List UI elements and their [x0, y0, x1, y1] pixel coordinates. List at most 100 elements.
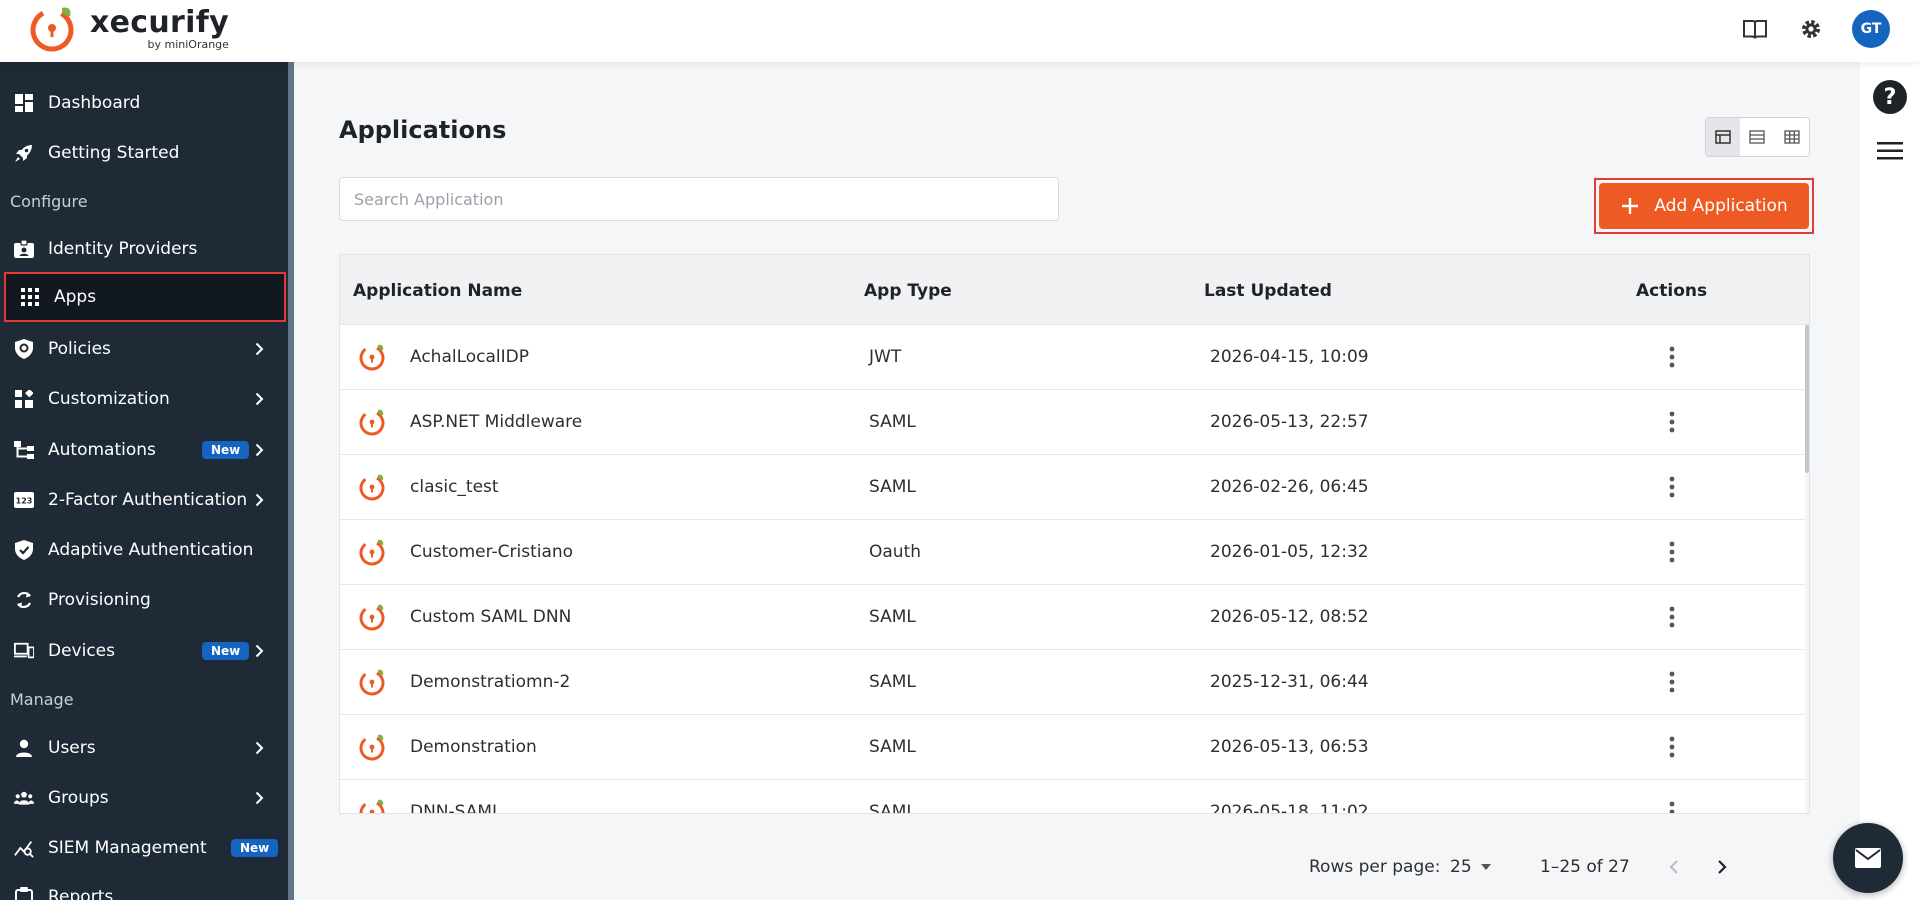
- sidebar-item-label: Getting Started: [48, 143, 180, 163]
- cell-last-updated: 2026-01-05, 12:32: [1210, 542, 1369, 562]
- sidebar-item-label: Apps: [54, 287, 97, 307]
- brand-logo[interactable]: xecurify by miniOrange: [28, 2, 229, 54]
- view-toggle: [1705, 117, 1810, 157]
- cell-app-type: JWT: [869, 347, 902, 367]
- sidebar-item-devices[interactable]: Devices New: [0, 626, 288, 676]
- table-row[interactable]: clasic_test SAML 2026-02-26, 06:45: [340, 455, 1805, 520]
- cell-application-name[interactable]: Demonstration: [410, 737, 537, 757]
- table-row[interactable]: ASP.NET Middleware SAML 2026-05-13, 22:57: [340, 390, 1805, 455]
- sidebar-item-groups[interactable]: Groups: [0, 773, 288, 823]
- sidebar-scrollbar[interactable]: [288, 62, 294, 900]
- sidebar-item-siem-management[interactable]: SIEM Management New: [0, 823, 288, 873]
- table-row[interactable]: Customer-Cristiano Oauth 2026-01-05, 12:32: [340, 520, 1805, 585]
- row-actions-kebab-icon[interactable]: [1660, 538, 1684, 566]
- table-scrollbar[interactable]: [1805, 325, 1809, 813]
- sidebar-item-getting-started[interactable]: Getting Started: [0, 128, 288, 178]
- chevron-right-icon: [252, 392, 266, 406]
- table-view-icon[interactable]: [1706, 118, 1741, 156]
- sidebar-item-adaptive-authentication[interactable]: Adaptive Authentication: [0, 525, 288, 575]
- table-row[interactable]: AchalLocalIDP JWT 2026-04-15, 10:09: [340, 325, 1805, 390]
- clipboard-icon: [14, 887, 34, 900]
- cell-application-name[interactable]: clasic_test: [410, 477, 499, 497]
- cell-app-type: Oauth: [869, 542, 922, 562]
- shield-check-icon: [14, 540, 34, 560]
- book-icon[interactable]: [1740, 14, 1770, 44]
- widgets-icon: [14, 389, 34, 409]
- table-row[interactable]: Demonstration SAML 2026-05-13, 06:53: [340, 715, 1805, 780]
- add-application-button[interactable]: Add Application: [1599, 183, 1809, 229]
- column-header-name[interactable]: Application Name: [353, 281, 522, 301]
- hamburger-menu-icon[interactable]: [1875, 140, 1905, 164]
- application-logo-icon: [358, 602, 388, 632]
- sidebar-item-apps[interactable]: Apps: [4, 272, 286, 322]
- sidebar-section-manage: Manage: [10, 690, 74, 709]
- row-actions-kebab-icon[interactable]: [1660, 408, 1684, 436]
- sidebar-item-policies[interactable]: Policies: [0, 324, 288, 374]
- previous-page-button[interactable]: [1662, 855, 1686, 879]
- sidebar-item-reports[interactable]: Reports: [0, 872, 288, 900]
- sidebar-item-label: 2-Factor Authentication: [48, 490, 248, 510]
- application-logo-icon: [358, 797, 388, 813]
- sidebar-item-customization[interactable]: Customization: [0, 374, 288, 424]
- sidebar-item-label: Provisioning: [48, 590, 151, 610]
- search-input[interactable]: [339, 177, 1059, 221]
- 123-icon: 123: [14, 490, 34, 510]
- avatar[interactable]: GT: [1852, 10, 1890, 48]
- help-button[interactable]: ?: [1873, 80, 1907, 114]
- mail-icon: [1855, 848, 1881, 868]
- table-row[interactable]: Custom SAML DNN SAML 2026-05-12, 08:52: [340, 585, 1805, 650]
- table-row[interactable]: Demonstratiomn-2 SAML 2025-12-31, 06:44: [340, 650, 1805, 715]
- brand-name: xecurify: [90, 4, 229, 40]
- application-logo-icon: [358, 407, 388, 437]
- sidebar-item-provisioning[interactable]: Provisioning: [0, 575, 288, 625]
- contact-mail-button[interactable]: [1833, 823, 1903, 893]
- row-actions-kebab-icon[interactable]: [1660, 733, 1684, 761]
- cell-application-name[interactable]: AchalLocalIDP: [410, 347, 529, 367]
- table-row[interactable]: DNN-SAML SAML 2026-05-18, 11:02: [340, 780, 1805, 813]
- row-actions-kebab-icon[interactable]: [1660, 668, 1684, 696]
- cell-last-updated: 2026-04-15, 10:09: [1210, 347, 1369, 367]
- chevron-right-icon: [252, 493, 266, 507]
- pagination: Rows per page: 25 1–25 of 27: [1300, 852, 1820, 882]
- row-actions-kebab-icon[interactable]: [1660, 473, 1684, 501]
- pagination-range: 1–25 of 27: [1540, 857, 1630, 877]
- sidebar: Dashboard Getting Started Configure Iden…: [0, 62, 294, 900]
- sidebar-item-dashboard[interactable]: Dashboard: [0, 78, 288, 128]
- cell-app-type: SAML: [869, 737, 916, 757]
- application-logo-icon: [358, 537, 388, 567]
- chevron-right-icon: [252, 644, 266, 658]
- applications-table: Application Name App Type Last Updated A…: [339, 254, 1810, 814]
- sidebar-item-2fa[interactable]: 123 2-Factor Authentication: [0, 475, 288, 525]
- rocket-icon: [14, 143, 34, 163]
- rows-per-page-select[interactable]: 25: [1450, 857, 1492, 877]
- right-rail: [1860, 62, 1920, 900]
- row-actions-kebab-icon[interactable]: [1660, 798, 1684, 813]
- sidebar-item-identity-providers[interactable]: Identity Providers: [0, 224, 288, 274]
- list-view-icon[interactable]: [1740, 118, 1774, 156]
- row-actions-kebab-icon[interactable]: [1660, 603, 1684, 631]
- gear-icon[interactable]: [1796, 14, 1826, 44]
- sidebar-item-label: Automations: [48, 440, 156, 460]
- cell-app-type: SAML: [869, 477, 916, 497]
- cell-application-name[interactable]: Customer-Cristiano: [410, 542, 573, 562]
- sidebar-item-label: Groups: [48, 788, 109, 808]
- cell-application-name[interactable]: Demonstratiomn-2: [410, 672, 570, 692]
- sync-icon: [14, 590, 34, 610]
- column-header-updated[interactable]: Last Updated: [1204, 281, 1332, 301]
- chevron-right-icon: [1718, 860, 1727, 874]
- cell-application-name[interactable]: ASP.NET Middleware: [410, 412, 582, 432]
- new-badge: New: [202, 441, 250, 459]
- chevron-right-icon: [252, 342, 266, 356]
- sidebar-item-automations[interactable]: Automations New: [0, 425, 288, 475]
- sidebar-item-users[interactable]: Users: [0, 723, 288, 773]
- add-application-label: Add Application: [1654, 196, 1788, 216]
- cell-application-name[interactable]: DNN-SAML: [410, 802, 502, 813]
- sidebar-item-label: Adaptive Authentication: [48, 540, 254, 560]
- grid-view-icon[interactable]: [1775, 118, 1809, 156]
- next-page-button[interactable]: [1710, 855, 1734, 879]
- row-actions-kebab-icon[interactable]: [1660, 343, 1684, 371]
- cell-app-type: SAML: [869, 412, 916, 432]
- column-header-type[interactable]: App Type: [864, 281, 952, 301]
- cell-last-updated: 2025-12-31, 06:44: [1210, 672, 1369, 692]
- cell-application-name[interactable]: Custom SAML DNN: [410, 607, 571, 627]
